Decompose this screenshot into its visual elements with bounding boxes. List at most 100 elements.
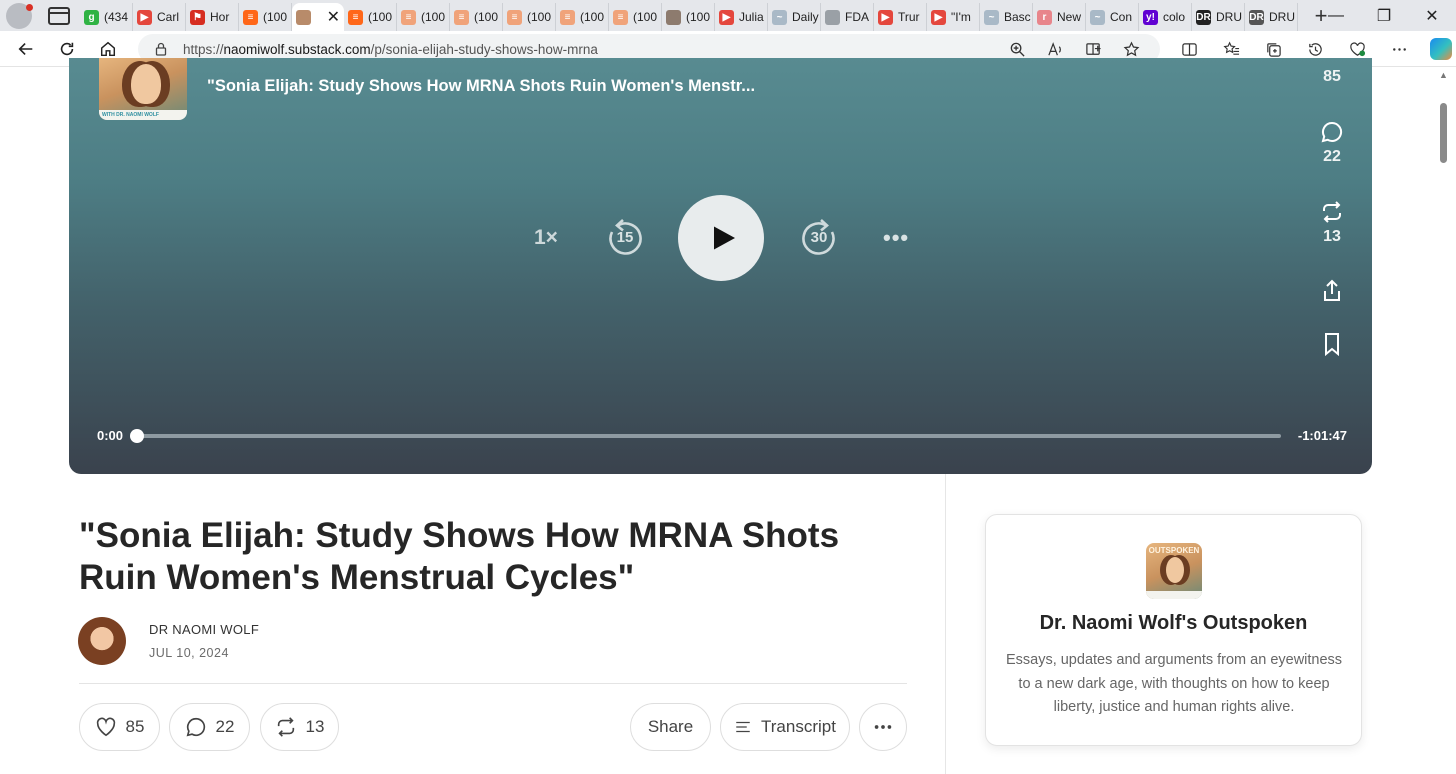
browser-tab[interactable]: ≡ (100 — [239, 3, 292, 31]
tab-strip: g (434 ▶ Carl ⚑ Hor ≡ (100 ✕ ≡ (100 ≡ (100 ≡ (100 ≡ (100… — [0, 0, 1456, 31]
skip-back-button[interactable]: 15 — [606, 219, 644, 257]
restack-button[interactable]: 13 — [260, 703, 339, 751]
pulse-icon: ~ — [984, 9, 999, 25]
browser-tab[interactable]: r New — [1033, 3, 1086, 31]
progress-track[interactable] — [137, 434, 1281, 438]
read-aloud-icon — [1047, 41, 1061, 55]
publication-logo-word: OUTSPOKEN — [1148, 546, 1200, 555]
immersive-reader-button[interactable] — [1074, 41, 1112, 58]
progress-bar[interactable]: 0:00 -1:01:47 — [97, 428, 1347, 444]
url-text[interactable]: https://naomiwolf.substack.com/p/sonia-e… — [183, 42, 598, 57]
youtube-icon: ▶ — [137, 9, 152, 25]
g-app-icon: g — [84, 9, 99, 25]
split-screen-button[interactable] — [1168, 41, 1210, 58]
player-like-count-value: 85 — [1323, 68, 1341, 85]
close-tab-icon[interactable]: ✕ — [327, 7, 340, 27]
player-share-button[interactable] — [1309, 279, 1355, 303]
play-icon — [713, 226, 735, 250]
browser-tab[interactable]: ≡ (100 — [556, 3, 609, 31]
browser-tab[interactable]: ▶ "I'm — [927, 3, 980, 31]
post-more-button[interactable] — [859, 703, 907, 751]
player-comment-button[interactable]: 22 — [1309, 120, 1355, 166]
tab-label: (100 — [633, 10, 658, 24]
comments-button[interactable]: 22 — [169, 703, 250, 751]
close-window-button[interactable]: ✕ — [1408, 0, 1456, 31]
browser-essentials-button[interactable] — [1336, 41, 1378, 58]
tab-label: (100 — [527, 10, 552, 24]
browser-tab[interactable]: ≡ (100 — [450, 3, 503, 31]
favorites-icon — [1222, 41, 1239, 55]
browser-tab[interactable]: ≡ (100 — [609, 3, 662, 31]
player-bookmark-button[interactable] — [1309, 332, 1355, 356]
share-label: Share — [647, 717, 694, 736]
publication-card[interactable]: OUTSPOKEN Dr. Naomi Wolf's Outspoken Ess… — [985, 514, 1362, 746]
browser-tab[interactable]: FDA — [821, 3, 874, 31]
yahoo-icon: y! — [1143, 9, 1158, 25]
browser-tab[interactable]: ≡ (100 — [503, 3, 556, 31]
restack-count: 13 — [305, 717, 325, 736]
publication-logo[interactable]: OUTSPOKEN — [1146, 543, 1202, 599]
split-screen-icon — [1181, 42, 1197, 56]
page-scrollbar-thumb[interactable] — [1440, 103, 1447, 163]
settings-menu-button[interactable] — [1378, 41, 1420, 58]
scroll-up-arrow-icon[interactable]: ▲ — [1439, 70, 1448, 80]
tab-label: DRU — [1269, 10, 1295, 24]
minimize-button[interactable]: — — [1312, 0, 1360, 31]
restack-icon — [1323, 201, 1341, 223]
tab-actions-icon[interactable] — [48, 6, 70, 25]
browser-tab[interactable]: DR DRU — [1245, 3, 1298, 31]
url-host: naomiwolf.substack.com — [223, 41, 371, 57]
tab-label: (100 — [368, 10, 393, 24]
tab-label: Daily — [792, 10, 819, 24]
restore-button[interactable]: ❐ — [1360, 0, 1408, 31]
browser-tab[interactable]: ~ Basc — [980, 3, 1033, 31]
browser-tab[interactable]: ⚑ Hor — [186, 3, 239, 31]
browser-tab[interactable]: ~ Con — [1086, 3, 1139, 31]
share-button[interactable]: Share — [630, 703, 711, 751]
copilot-button[interactable] — [1420, 38, 1456, 60]
browser-tab[interactable]: y! colo — [1139, 3, 1192, 31]
history-button[interactable] — [1294, 41, 1336, 58]
collections-icon — [1266, 42, 1281, 57]
r-app-icon: r — [1037, 9, 1052, 25]
browser-tab[interactable]: ≡ (100 — [397, 3, 450, 31]
browser-tab[interactable]: ▶ Julia — [715, 3, 768, 31]
history-icon — [1308, 42, 1322, 56]
collections-button[interactable] — [1252, 41, 1294, 58]
tab-label: Con — [1110, 10, 1133, 24]
browser-tab[interactable]: ≡ (100 — [344, 3, 397, 31]
lock-icon[interactable] — [154, 42, 168, 56]
skip-forward-button[interactable]: 30 — [800, 219, 838, 257]
read-aloud-button[interactable] — [1036, 41, 1074, 58]
comment-count: 22 — [215, 717, 235, 736]
publication-name[interactable]: Dr. Naomi Wolf's Outspoken — [986, 612, 1361, 635]
skip-back-seconds: 15 — [616, 229, 634, 246]
cover-portrait — [131, 64, 161, 104]
browser-tab[interactable]: ✕ — [292, 3, 344, 31]
player-like-count[interactable]: 85 — [1309, 64, 1355, 86]
back-button[interactable] — [11, 34, 41, 64]
favorites-button[interactable] — [1210, 41, 1252, 58]
play-button[interactable] — [678, 195, 764, 281]
player-more-button[interactable]: ••• — [883, 225, 909, 251]
browser-tab[interactable]: ~ Daily — [768, 3, 821, 31]
profile-avatar-icon[interactable] — [6, 2, 33, 29]
drudge-icon: DR — [1196, 9, 1211, 25]
favorite-star-button[interactable] — [1112, 40, 1150, 58]
author-avatar[interactable] — [78, 617, 126, 665]
playback-speed-button[interactable]: 1× — [534, 226, 558, 250]
browser-tab[interactable]: (100 — [662, 3, 715, 31]
browser-tab[interactable]: g (434 — [80, 3, 133, 31]
browser-tab[interactable]: ▶ Carl — [133, 3, 186, 31]
author-name[interactable]: DR NAOMI WOLF — [149, 622, 259, 637]
player-restack-button[interactable]: 13 — [1309, 200, 1355, 246]
substack-icon: ≡ — [243, 9, 258, 25]
browser-tab[interactable]: ▶ Trur — [874, 3, 927, 31]
progress-handle[interactable] — [130, 429, 144, 443]
post-title: "Sonia Elijah: Study Shows How MRNA Shot… — [79, 516, 840, 597]
browser-tab[interactable]: DR DRU — [1192, 3, 1245, 31]
star-icon — [1123, 40, 1139, 56]
like-button[interactable]: 85 — [79, 703, 160, 751]
transcript-button[interactable]: Transcript — [720, 703, 850, 751]
zoom-button[interactable] — [998, 41, 1036, 58]
